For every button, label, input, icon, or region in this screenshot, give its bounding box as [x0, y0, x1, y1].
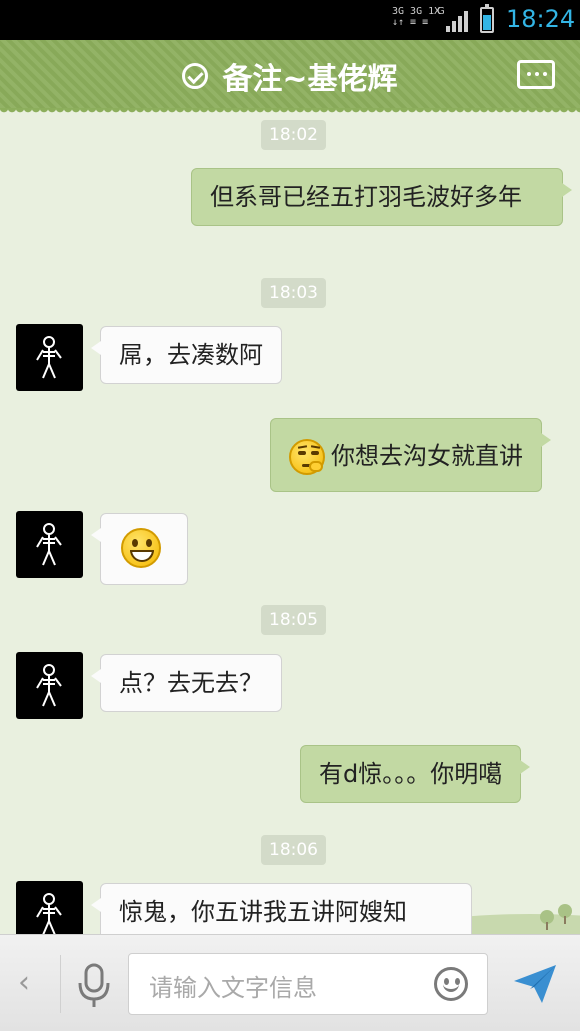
- avatar[interactable]: [16, 881, 83, 934]
- incoming-message[interactable]: [91, 513, 188, 585]
- avatar[interactable]: [16, 511, 83, 578]
- timestamp: 18:02: [261, 120, 326, 150]
- microphone-button[interactable]: [74, 961, 114, 1009]
- battery-icon: [480, 4, 494, 33]
- outgoing-message[interactable]: 有d惊。。。你明噶: [300, 745, 531, 803]
- incoming-message[interactable]: 屌，去凑数阿: [91, 326, 282, 384]
- timestamp: 18:06: [261, 835, 326, 865]
- message-text: 有d惊。。。你明噶: [319, 760, 503, 788]
- input-bar: ‹ 请输入文字信息: [0, 934, 580, 1031]
- avatar[interactable]: [16, 324, 83, 391]
- signal-icon: [446, 10, 472, 32]
- chat-header: 备注~基佬辉: [0, 40, 580, 114]
- send-button[interactable]: [512, 963, 558, 1005]
- message-text: 你想去沟女就直讲: [331, 442, 523, 470]
- outgoing-message[interactable]: 但系哥已经五打羽毛波好多年: [191, 168, 572, 226]
- more-menu-button[interactable]: [517, 60, 555, 89]
- send-icon: [514, 965, 556, 1003]
- microphone-icon: [78, 963, 110, 1007]
- background-tree: [540, 910, 554, 930]
- timestamp: 18:03: [261, 278, 326, 308]
- smiley-button[interactable]: [434, 967, 468, 1001]
- message-text: 但系哥已经五打羽毛波好多年: [210, 183, 522, 211]
- chat-title: 备注~基佬辉: [222, 62, 398, 97]
- thinking-emoji-icon: [289, 439, 325, 475]
- avatar[interactable]: [16, 652, 83, 719]
- background-tree: [558, 904, 572, 924]
- message-input-placeholder: 请输入文字信息: [149, 974, 317, 1002]
- divider: [60, 955, 61, 1013]
- message-text: 点？去无去？: [119, 669, 263, 697]
- network-type-label: 3G 3G 1X: [392, 6, 441, 17]
- skeleton-avatar-icon: [36, 664, 62, 707]
- message-text: 屌，去凑数阿: [119, 341, 263, 369]
- dot-icon: [535, 72, 539, 76]
- skeleton-avatar-icon: [36, 336, 62, 379]
- network-activity-label: ↓↑ ≡ ≡: [392, 17, 429, 28]
- check-circle-icon: [182, 63, 209, 89]
- network-indicator: 3G 3G 1X ↓↑ ≡ ≡: [392, 6, 440, 28]
- collapse-button[interactable]: ‹: [18, 965, 30, 1000]
- grin-emoji-icon: [121, 528, 161, 568]
- message-list[interactable]: 18:02 但系哥已经五打羽毛波好多年 18:03 屌，去凑数阿 你想去沟女就直…: [0, 108, 580, 934]
- incoming-message[interactable]: 点？去无去？: [91, 654, 282, 712]
- incoming-message[interactable]: 惊鬼，你五讲我五讲阿嫂知: [91, 883, 472, 934]
- message-text: 惊鬼，你五讲我五讲阿嫂知: [119, 898, 407, 926]
- dot-icon: [543, 72, 547, 76]
- skeleton-avatar-icon: [36, 893, 62, 934]
- message-input[interactable]: 请输入文字信息: [128, 953, 488, 1015]
- dot-icon: [527, 72, 531, 76]
- network-letter: G: [437, 6, 445, 17]
- skeleton-avatar-icon: [36, 523, 62, 566]
- status-bar: 3G 3G 1X ↓↑ ≡ ≡ G 18:24: [0, 0, 580, 40]
- timestamp: 18:05: [261, 605, 326, 635]
- clock: 18:24: [506, 5, 576, 33]
- outgoing-message[interactable]: 你想去沟女就直讲: [270, 418, 551, 492]
